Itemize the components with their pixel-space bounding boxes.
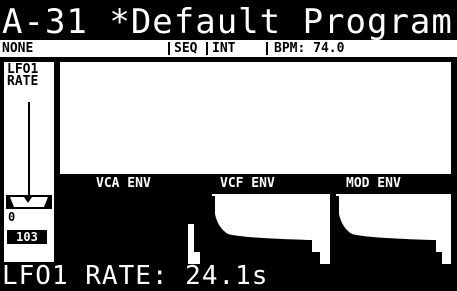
mod-env-label[interactable]: MOD ENV bbox=[346, 176, 401, 192]
vcf-envelope-graph[interactable] bbox=[212, 194, 330, 264]
mod-envelope-curve bbox=[336, 194, 451, 264]
status-divider bbox=[266, 42, 268, 55]
bpm-readout: BPM: 74.0 bbox=[274, 41, 345, 56]
vcf-envelope-curve bbox=[212, 194, 330, 264]
lfo-waveform-display bbox=[60, 62, 451, 174]
lfo-label: LFO1 RATE bbox=[7, 62, 39, 89]
status-divider bbox=[168, 42, 170, 55]
seq-indicator[interactable]: SEQ bbox=[174, 40, 197, 57]
slider-track[interactable] bbox=[28, 102, 30, 200]
program-title: A-31 *Default Program bbox=[0, 0, 457, 44]
mode-indicator: NONE bbox=[2, 41, 34, 56]
mod-envelope-graph[interactable] bbox=[336, 194, 451, 264]
status-divider bbox=[206, 42, 208, 55]
vca-envelope-curve bbox=[88, 194, 206, 264]
vca-env-label[interactable]: VCA ENV bbox=[96, 176, 151, 192]
status-bar: NONE SEQ INT BPM: 74.0 bbox=[0, 40, 457, 57]
vcf-env-label[interactable]: VCF ENV bbox=[220, 176, 275, 192]
lfo-value: 103 bbox=[7, 230, 47, 244]
int-indicator[interactable]: INT bbox=[212, 40, 235, 57]
lfo-rate-panel[interactable]: LFO1 RATE 0 103 bbox=[4, 62, 54, 262]
lfo-min-label: 0 bbox=[8, 210, 16, 224]
envelope-labels: VCA ENV VCF ENV MOD ENV bbox=[60, 176, 451, 192]
slider-thumb-icon[interactable] bbox=[6, 195, 52, 209]
vca-envelope-graph[interactable] bbox=[88, 194, 206, 264]
parameter-readout: LFO1 RATE: 24.1s bbox=[0, 263, 457, 289]
